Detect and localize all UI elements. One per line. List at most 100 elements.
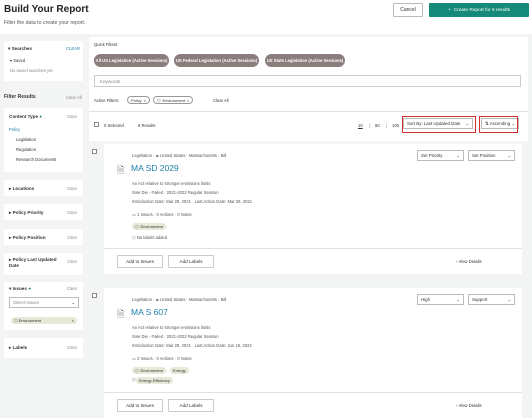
chevron-down-icon: ⌄ bbox=[71, 299, 75, 305]
flag-icon: ▰ bbox=[155, 297, 159, 302]
saved-searches-label[interactable]: ▾ Saved bbox=[10, 58, 25, 63]
quick-filter-state[interactable]: US State Legislation (Active Sessions) bbox=[265, 54, 345, 67]
bill-title[interactable]: MA SD 2029 bbox=[131, 163, 179, 173]
chevron-down-icon: ⌄ bbox=[456, 152, 460, 158]
issues-title[interactable]: ▾ Issues ● bbox=[9, 286, 31, 292]
content-type-regulation[interactable]: Regulation bbox=[16, 147, 36, 152]
labels-clear[interactable]: Clear bbox=[67, 345, 77, 350]
content-type-research[interactable]: Research Documents bbox=[16, 157, 56, 162]
divider bbox=[104, 248, 522, 249]
chevron-right-icon: › bbox=[456, 403, 458, 408]
policy-position-section[interactable]: ▸ Policy Position Clear bbox=[4, 229, 83, 245]
active-filter-environment[interactable]: ⬡ Environment × bbox=[153, 96, 194, 104]
create-report-button[interactable]: + Create Report for 6 results bbox=[429, 3, 529, 17]
position-select[interactable]: Set Position ⌄ bbox=[468, 150, 515, 161]
selected-count: 0 Selected bbox=[104, 123, 124, 128]
locations-section[interactable]: ▸ Locations Clear bbox=[4, 180, 83, 196]
quick-filter-all-us[interactable]: All US Legislation (Active Sessions) bbox=[94, 54, 169, 67]
bill-dates: Introduction Date: Mar 29, 2021 · Last A… bbox=[132, 199, 253, 204]
bill-description: An Act relative to stronger emissions li… bbox=[132, 181, 211, 186]
bill-dates: Introduction Date: Mar 29, 2021 · Last A… bbox=[132, 343, 252, 348]
priority-select[interactable]: Set Priority ⌄ bbox=[417, 150, 464, 161]
priority-value: Set Priority bbox=[421, 153, 443, 158]
keywords-placeholder: Keywords bbox=[100, 79, 121, 84]
select-all-checkbox[interactable] bbox=[94, 122, 99, 127]
locations-title: ▸ Locations bbox=[9, 186, 35, 191]
policy-position-clear[interactable]: Clear bbox=[67, 235, 77, 240]
quick-filter-federal[interactable]: US Federal Legislation (Active Sessions) bbox=[174, 54, 259, 67]
create-report-label: Create Report for 6 results bbox=[453, 7, 511, 13]
active-filters-clear-all[interactable]: Clear All bbox=[213, 98, 229, 103]
bill-status: Sine Die - Failed · 2021-2022 Regular Se… bbox=[132, 190, 219, 195]
content-type-legislation[interactable]: Legislation bbox=[16, 137, 36, 142]
issues-clear[interactable]: Clear bbox=[67, 286, 77, 291]
active-filter-policy[interactable]: Policy × bbox=[127, 96, 151, 104]
policy-priority-title: ▸ Policy Priority bbox=[9, 210, 44, 215]
issues-icon: ▭ bbox=[132, 212, 136, 217]
bill-checkbox[interactable] bbox=[92, 293, 97, 298]
labels-title: ▸ Labels bbox=[9, 345, 28, 350]
bill-status: Sine Die - Failed · 2021-2022 Regular Se… bbox=[132, 334, 219, 339]
filter-results-title: Filter Results bbox=[4, 94, 36, 100]
add-to-issues-button[interactable]: Add to Issues bbox=[117, 255, 163, 268]
bill-description: An Act relative to stronger emissions li… bbox=[132, 325, 211, 330]
close-icon[interactable]: × bbox=[187, 98, 189, 103]
priority-value: High bbox=[421, 297, 431, 302]
policy-priority-clear[interactable]: Clear bbox=[67, 210, 77, 215]
label-icon: ⬡ bbox=[132, 235, 136, 240]
plus-icon: + bbox=[447, 7, 451, 13]
policy-updated-section[interactable]: ▸ Policy Last Updated Date Clear bbox=[4, 253, 83, 275]
policy-position-title: ▸ Policy Position bbox=[9, 235, 46, 240]
active-dot-icon: ● bbox=[39, 114, 43, 119]
view-details-link[interactable]: › View Details bbox=[456, 403, 482, 408]
tag-icon: ⬡ bbox=[135, 368, 139, 373]
page-size-10[interactable]: 10 bbox=[358, 123, 363, 128]
document-icon: 🗎 bbox=[117, 165, 125, 175]
add-labels-button[interactable]: Add Labels bbox=[168, 399, 214, 412]
content-type-policy[interactable]: Policy bbox=[9, 127, 20, 132]
order-highlight bbox=[479, 116, 518, 133]
content-type-title[interactable]: Content Type ● bbox=[9, 114, 42, 119]
content-type-clear[interactable]: Clear bbox=[67, 114, 77, 119]
add-to-issues-button[interactable]: Add to Issues bbox=[117, 399, 163, 412]
labels-section[interactable]: ▸ Labels Clear bbox=[4, 338, 83, 358]
issues-icon: ▭ bbox=[132, 356, 136, 361]
cancel-button[interactable]: Cancel bbox=[393, 3, 423, 17]
issues-select[interactable]: Select Issues ⌄ bbox=[9, 297, 79, 308]
add-labels-button[interactable]: Add Labels bbox=[168, 255, 214, 268]
page-size-sep: | bbox=[369, 123, 371, 128]
no-saved-searches: No saved searches yet bbox=[10, 68, 53, 73]
bill-issue-tag: ⬡ Environment bbox=[132, 223, 166, 230]
close-icon[interactable]: × bbox=[144, 98, 146, 103]
label-icon: ⬡ bbox=[132, 377, 136, 382]
filter-results-clear-all[interactable]: Clear All bbox=[66, 95, 82, 100]
page-title: Build Your Report bbox=[4, 4, 89, 15]
tag-icon: ⬡ bbox=[157, 97, 161, 103]
searches-clear[interactable]: CLEAR bbox=[66, 46, 80, 51]
page-size-sep: | bbox=[386, 123, 388, 128]
divider bbox=[89, 111, 528, 112]
issue-tag-environment[interactable]: ⬡ Environment × bbox=[11, 317, 77, 324]
priority-select[interactable]: High ⌄ bbox=[417, 294, 464, 305]
view-details-link[interactable]: › View Details bbox=[456, 259, 482, 264]
bill-breadcrumb: Legislation · ▰ United States · Massachu… bbox=[132, 297, 227, 302]
page-size-50[interactable]: 50 bbox=[375, 123, 380, 128]
locations-clear[interactable]: Clear bbox=[67, 186, 77, 191]
page-size-100[interactable]: 100 bbox=[392, 123, 399, 128]
position-select[interactable]: Support ⌄ bbox=[468, 294, 515, 305]
searches-title[interactable]: ▾ Searches bbox=[8, 46, 32, 52]
policy-updated-clear[interactable]: Clear bbox=[67, 259, 77, 264]
keywords-input[interactable]: Keywords bbox=[94, 75, 521, 87]
close-icon[interactable]: × bbox=[72, 318, 74, 323]
bill-title[interactable]: MA S 607 bbox=[131, 307, 168, 317]
chevron-down-icon: ⌄ bbox=[507, 296, 511, 302]
sort-highlight bbox=[402, 116, 476, 133]
results-count: 6 Results bbox=[138, 123, 156, 128]
bill-card: Legislation · ▰ United States · Massachu… bbox=[104, 288, 522, 418]
issues-select-placeholder: Select Issues bbox=[13, 300, 40, 305]
chevron-right-icon: › bbox=[456, 259, 458, 264]
flag-icon: ▰ bbox=[155, 153, 159, 158]
bill-checkbox[interactable] bbox=[92, 149, 97, 154]
policy-priority-section[interactable]: ▸ Policy Priority Clear bbox=[4, 204, 83, 220]
chevron-down-icon: ⌄ bbox=[507, 152, 511, 158]
